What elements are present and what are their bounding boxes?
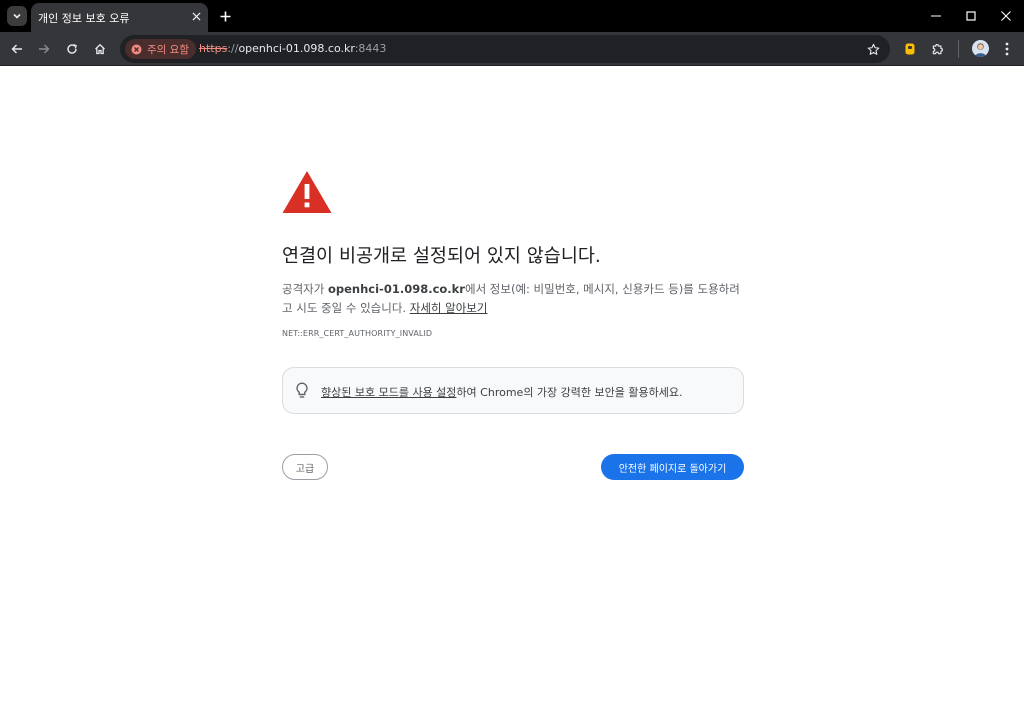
lightbulb-icon (296, 382, 308, 398)
description-host: openhci-01.098.co.kr (327, 282, 465, 296)
plus-icon (220, 11, 230, 21)
url-host: openhci-01.098.co.kr (238, 42, 355, 55)
enhanced-protection-link[interactable]: 향상된 보호 모드를 사용 설정 (321, 386, 456, 399)
url-separator: :// (227, 42, 239, 55)
tab-active[interactable]: 개인 정보 보호 오류 (31, 3, 208, 32)
bookmark-star-button[interactable] (862, 38, 884, 60)
maximize-icon (966, 11, 976, 21)
enhanced-protection-text: 향상된 보호 모드를 사용 설정하여 Chrome의 가장 강력한 보안을 활용… (321, 384, 682, 400)
window-close-button[interactable] (989, 0, 1023, 32)
tab-strip: 개인 정보 보호 오류 (0, 0, 1024, 32)
security-chip[interactable]: 주의 요함 (125, 39, 196, 59)
learn-more-link[interactable]: 자세히 알아보기 (410, 301, 488, 315)
minimize-button[interactable] (919, 0, 953, 32)
forward-icon (39, 44, 50, 54)
security-chip-label: 주의 요함 (147, 43, 189, 56)
url-scheme: https (199, 42, 228, 55)
chevron-down-icon (13, 13, 21, 19)
tab-close-button[interactable] (188, 8, 204, 24)
home-icon (95, 43, 105, 55)
toolbar-divider (958, 40, 959, 58)
new-tab-button[interactable] (215, 6, 235, 26)
tab-title: 개인 정보 보호 오류 (38, 12, 130, 25)
url-port: :8443 (354, 42, 387, 55)
warning-triangle-icon (282, 171, 332, 213)
reload-button[interactable] (60, 37, 84, 61)
extension-icon (905, 43, 915, 55)
url-text[interactable]: https://openhci-01.098.co.kr:8443 (199, 42, 386, 55)
avatar[interactable] (972, 40, 989, 57)
back-button[interactable] (5, 37, 29, 61)
description-prefix: 공격자가 (282, 282, 328, 296)
address-bar[interactable]: 주의 요함 https://openhci-01.098.co.kr:8443 (120, 35, 890, 63)
chrome-menu-button[interactable] (995, 37, 1019, 61)
star-icon (867, 43, 879, 55)
extensions-menu-button[interactable] (926, 37, 950, 61)
warning-circle-icon (131, 44, 142, 54)
error-code: NET::ERR_CERT_AUTHORITY_INVALID (282, 329, 433, 338)
back-icon (11, 44, 22, 54)
page-title: 연결이 비공개로 설정되어 있지 않습니다. (282, 246, 601, 267)
close-icon (191, 11, 201, 21)
profile-icon (974, 43, 987, 57)
home-button[interactable] (88, 37, 112, 61)
error-description: 공격자가 openhci-01.098.co.kr에서 정보(예: 비밀번호, … (282, 280, 744, 318)
puzzle-icon (932, 44, 943, 55)
more-icon (1005, 42, 1009, 56)
reload-icon (67, 43, 78, 54)
forward-button[interactable] (32, 37, 56, 61)
maximize-button[interactable] (954, 0, 988, 32)
minimize-icon (931, 15, 941, 17)
extension-button[interactable] (898, 37, 922, 61)
toolbar: 주의 요함 https://openhci-01.098.co.kr:8443 (0, 32, 1024, 66)
back-to-safety-button[interactable]: 안전한 페이지로 돌아가기 (601, 454, 744, 480)
close-icon (1001, 11, 1011, 21)
tab-search-button[interactable] (7, 6, 27, 26)
enhanced-protection-banner: 향상된 보호 모드를 사용 설정하여 Chrome의 가장 강력한 보안을 활용… (282, 367, 744, 414)
enhanced-protection-rest: 하여 Chrome의 가장 강력한 보안을 활용하세요. (456, 386, 683, 399)
advanced-button[interactable]: 고급 (282, 454, 328, 480)
